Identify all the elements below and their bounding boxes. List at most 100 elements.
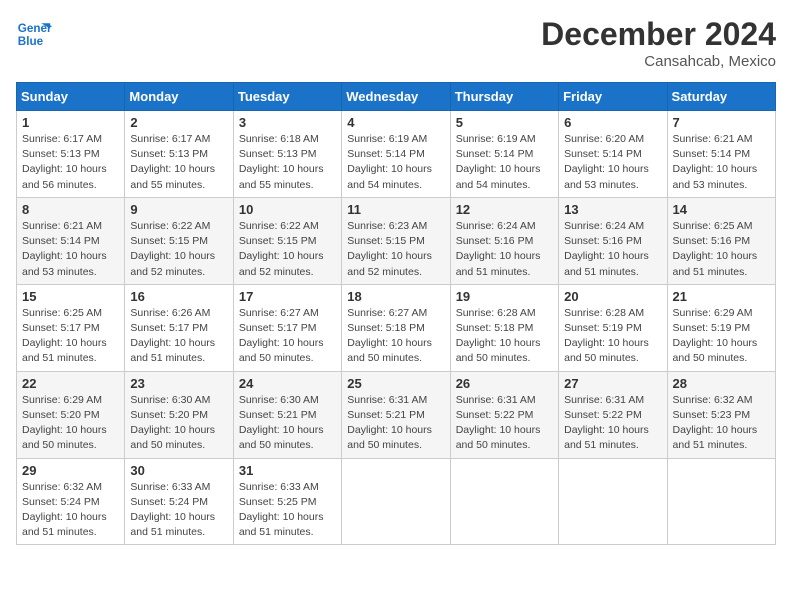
day-number: 28 <box>673 376 770 391</box>
table-row: 4 Sunrise: 6:19 AMSunset: 5:14 PMDayligh… <box>342 111 450 198</box>
day-info: Sunrise: 6:28 AMSunset: 5:18 PMDaylight:… <box>456 306 553 367</box>
col-monday: Monday <box>125 83 233 111</box>
table-row: 17 Sunrise: 6:27 AMSunset: 5:17 PMDaylig… <box>233 284 341 371</box>
day-number: 7 <box>673 115 770 130</box>
day-number: 18 <box>347 289 444 304</box>
day-info: Sunrise: 6:20 AMSunset: 5:14 PMDaylight:… <box>564 132 661 193</box>
day-number: 27 <box>564 376 661 391</box>
table-row <box>450 458 558 545</box>
day-number: 8 <box>22 202 119 217</box>
table-row: 22 Sunrise: 6:29 AMSunset: 5:20 PMDaylig… <box>17 371 125 458</box>
table-row: 30 Sunrise: 6:33 AMSunset: 5:24 PMDaylig… <box>125 458 233 545</box>
day-info: Sunrise: 6:22 AMSunset: 5:15 PMDaylight:… <box>239 219 336 280</box>
col-thursday: Thursday <box>450 83 558 111</box>
day-number: 26 <box>456 376 553 391</box>
day-number: 24 <box>239 376 336 391</box>
day-info: Sunrise: 6:32 AMSunset: 5:24 PMDaylight:… <box>22 480 119 541</box>
day-number: 10 <box>239 202 336 217</box>
day-info: Sunrise: 6:24 AMSunset: 5:16 PMDaylight:… <box>564 219 661 280</box>
day-number: 31 <box>239 463 336 478</box>
col-sunday: Sunday <box>17 83 125 111</box>
day-info: Sunrise: 6:21 AMSunset: 5:14 PMDaylight:… <box>22 219 119 280</box>
day-number: 17 <box>239 289 336 304</box>
table-row: 28 Sunrise: 6:32 AMSunset: 5:23 PMDaylig… <box>667 371 775 458</box>
month-title: December 2024 <box>541 16 776 53</box>
table-row: 7 Sunrise: 6:21 AMSunset: 5:14 PMDayligh… <box>667 111 775 198</box>
day-number: 2 <box>130 115 227 130</box>
day-info: Sunrise: 6:19 AMSunset: 5:14 PMDaylight:… <box>347 132 444 193</box>
day-number: 19 <box>456 289 553 304</box>
day-info: Sunrise: 6:31 AMSunset: 5:22 PMDaylight:… <box>564 393 661 454</box>
day-number: 15 <box>22 289 119 304</box>
table-row: 1 Sunrise: 6:17 AMSunset: 5:13 PMDayligh… <box>17 111 125 198</box>
table-row <box>559 458 667 545</box>
table-row: 3 Sunrise: 6:18 AMSunset: 5:13 PMDayligh… <box>233 111 341 198</box>
day-number: 13 <box>564 202 661 217</box>
calendar-week-row: 8 Sunrise: 6:21 AMSunset: 5:14 PMDayligh… <box>17 197 776 284</box>
day-number: 12 <box>456 202 553 217</box>
day-info: Sunrise: 6:27 AMSunset: 5:17 PMDaylight:… <box>239 306 336 367</box>
day-info: Sunrise: 6:27 AMSunset: 5:18 PMDaylight:… <box>347 306 444 367</box>
calendar-week-row: 29 Sunrise: 6:32 AMSunset: 5:24 PMDaylig… <box>17 458 776 545</box>
table-row: 12 Sunrise: 6:24 AMSunset: 5:16 PMDaylig… <box>450 197 558 284</box>
day-info: Sunrise: 6:26 AMSunset: 5:17 PMDaylight:… <box>130 306 227 367</box>
day-info: Sunrise: 6:25 AMSunset: 5:16 PMDaylight:… <box>673 219 770 280</box>
day-info: Sunrise: 6:29 AMSunset: 5:19 PMDaylight:… <box>673 306 770 367</box>
day-number: 14 <box>673 202 770 217</box>
table-row: 18 Sunrise: 6:27 AMSunset: 5:18 PMDaylig… <box>342 284 450 371</box>
col-saturday: Saturday <box>667 83 775 111</box>
calendar-table: Sunday Monday Tuesday Wednesday Thursday… <box>16 82 776 545</box>
day-number: 5 <box>456 115 553 130</box>
logo: General Blue <box>16 16 56 52</box>
calendar-header-row: Sunday Monday Tuesday Wednesday Thursday… <box>17 83 776 111</box>
table-row: 25 Sunrise: 6:31 AMSunset: 5:21 PMDaylig… <box>342 371 450 458</box>
day-info: Sunrise: 6:28 AMSunset: 5:19 PMDaylight:… <box>564 306 661 367</box>
logo-icon: General Blue <box>16 16 52 52</box>
day-number: 29 <box>22 463 119 478</box>
day-info: Sunrise: 6:25 AMSunset: 5:17 PMDaylight:… <box>22 306 119 367</box>
day-info: Sunrise: 6:32 AMSunset: 5:23 PMDaylight:… <box>673 393 770 454</box>
table-row: 23 Sunrise: 6:30 AMSunset: 5:20 PMDaylig… <box>125 371 233 458</box>
day-number: 22 <box>22 376 119 391</box>
table-row: 11 Sunrise: 6:23 AMSunset: 5:15 PMDaylig… <box>342 197 450 284</box>
table-row: 24 Sunrise: 6:30 AMSunset: 5:21 PMDaylig… <box>233 371 341 458</box>
day-info: Sunrise: 6:23 AMSunset: 5:15 PMDaylight:… <box>347 219 444 280</box>
table-row: 20 Sunrise: 6:28 AMSunset: 5:19 PMDaylig… <box>559 284 667 371</box>
table-row: 9 Sunrise: 6:22 AMSunset: 5:15 PMDayligh… <box>125 197 233 284</box>
table-row: 16 Sunrise: 6:26 AMSunset: 5:17 PMDaylig… <box>125 284 233 371</box>
day-number: 21 <box>673 289 770 304</box>
table-row <box>342 458 450 545</box>
day-number: 11 <box>347 202 444 217</box>
day-info: Sunrise: 6:21 AMSunset: 5:14 PMDaylight:… <box>673 132 770 193</box>
day-number: 9 <box>130 202 227 217</box>
table-row: 15 Sunrise: 6:25 AMSunset: 5:17 PMDaylig… <box>17 284 125 371</box>
day-number: 6 <box>564 115 661 130</box>
table-row: 14 Sunrise: 6:25 AMSunset: 5:16 PMDaylig… <box>667 197 775 284</box>
day-number: 25 <box>347 376 444 391</box>
table-row: 19 Sunrise: 6:28 AMSunset: 5:18 PMDaylig… <box>450 284 558 371</box>
day-info: Sunrise: 6:29 AMSunset: 5:20 PMDaylight:… <box>22 393 119 454</box>
day-number: 16 <box>130 289 227 304</box>
table-row: 6 Sunrise: 6:20 AMSunset: 5:14 PMDayligh… <box>559 111 667 198</box>
title-block: December 2024 Cansahcab, Mexico <box>541 16 776 70</box>
col-wednesday: Wednesday <box>342 83 450 111</box>
table-row: 8 Sunrise: 6:21 AMSunset: 5:14 PMDayligh… <box>17 197 125 284</box>
table-row: 5 Sunrise: 6:19 AMSunset: 5:14 PMDayligh… <box>450 111 558 198</box>
day-info: Sunrise: 6:30 AMSunset: 5:20 PMDaylight:… <box>130 393 227 454</box>
day-number: 20 <box>564 289 661 304</box>
day-info: Sunrise: 6:31 AMSunset: 5:21 PMDaylight:… <box>347 393 444 454</box>
page-header: General Blue December 2024 Cansahcab, Me… <box>16 16 776 70</box>
day-info: Sunrise: 6:22 AMSunset: 5:15 PMDaylight:… <box>130 219 227 280</box>
day-info: Sunrise: 6:30 AMSunset: 5:21 PMDaylight:… <box>239 393 336 454</box>
calendar-week-row: 15 Sunrise: 6:25 AMSunset: 5:17 PMDaylig… <box>17 284 776 371</box>
day-info: Sunrise: 6:19 AMSunset: 5:14 PMDaylight:… <box>456 132 553 193</box>
table-row: 26 Sunrise: 6:31 AMSunset: 5:22 PMDaylig… <box>450 371 558 458</box>
day-number: 30 <box>130 463 227 478</box>
table-row: 10 Sunrise: 6:22 AMSunset: 5:15 PMDaylig… <box>233 197 341 284</box>
svg-text:Blue: Blue <box>18 35 44 48</box>
day-info: Sunrise: 6:33 AMSunset: 5:25 PMDaylight:… <box>239 480 336 541</box>
day-info: Sunrise: 6:17 AMSunset: 5:13 PMDaylight:… <box>130 132 227 193</box>
calendar-week-row: 22 Sunrise: 6:29 AMSunset: 5:20 PMDaylig… <box>17 371 776 458</box>
location: Cansahcab, Mexico <box>541 53 776 70</box>
day-number: 1 <box>22 115 119 130</box>
